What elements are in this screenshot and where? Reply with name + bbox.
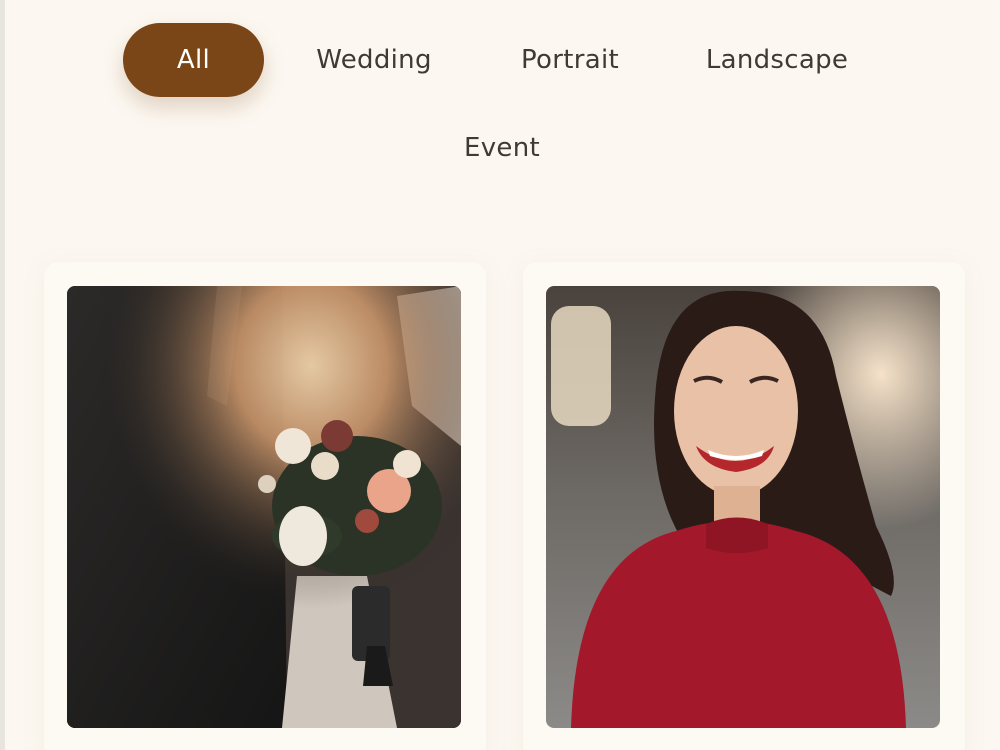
filter-wedding-button[interactable]: Wedding [282,23,466,97]
wedding-bouquet-photo[interactable] [67,286,461,728]
smiling-woman-portrait-photo[interactable] [546,286,940,728]
filter-event-button[interactable]: Event [432,111,572,185]
filter-portrait-button[interactable]: Portrait [492,23,648,97]
filter-all-button[interactable]: All [123,23,264,97]
gallery-card-wedding[interactable] [44,262,486,750]
gallery-filter-bar: All Wedding Portrait Landscape Event [0,22,1000,182]
filter-landscape-button[interactable]: Landscape [680,23,874,97]
gallery-card-portrait[interactable] [523,262,965,750]
